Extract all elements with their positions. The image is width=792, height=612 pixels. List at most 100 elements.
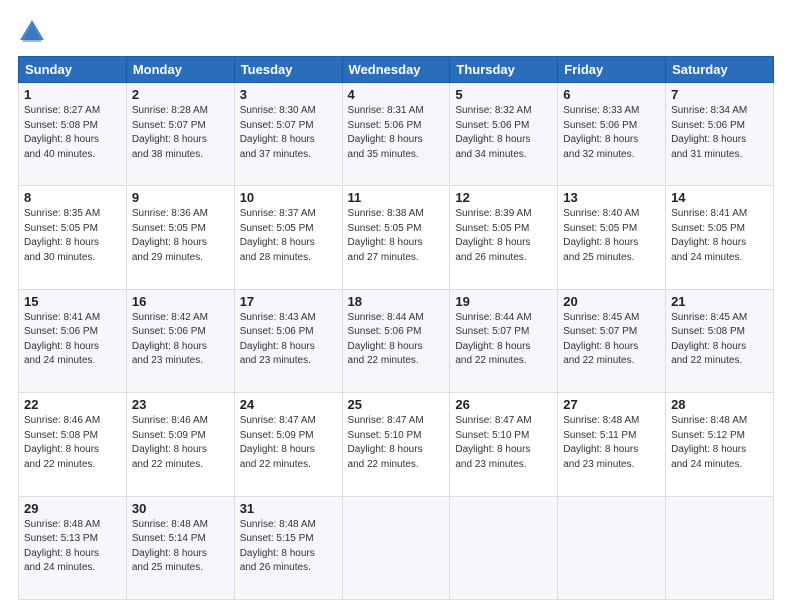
calendar-cell: 17 Sunrise: 8:43 AMSunset: 5:06 PMDaylig… (234, 289, 342, 392)
day-number: 10 (240, 190, 337, 205)
day-detail: Sunrise: 8:38 AMSunset: 5:05 PMDaylight:… (348, 208, 424, 263)
day-number: 31 (240, 501, 337, 516)
calendar-cell: 9 Sunrise: 8:36 AMSunset: 5:05 PMDayligh… (126, 186, 234, 289)
calendar-cell (342, 496, 450, 599)
calendar-cell: 12 Sunrise: 8:39 AMSunset: 5:05 PMDaylig… (450, 186, 558, 289)
day-number: 18 (348, 294, 445, 309)
calendar-cell: 6 Sunrise: 8:33 AMSunset: 5:06 PMDayligh… (558, 83, 666, 186)
col-header-tuesday: Tuesday (234, 57, 342, 83)
calendar-cell: 13 Sunrise: 8:40 AMSunset: 5:05 PMDaylig… (558, 186, 666, 289)
logo-icon (18, 18, 46, 46)
calendar-cell: 16 Sunrise: 8:42 AMSunset: 5:06 PMDaylig… (126, 289, 234, 392)
calendar-cell: 10 Sunrise: 8:37 AMSunset: 5:05 PMDaylig… (234, 186, 342, 289)
day-detail: Sunrise: 8:28 AMSunset: 5:07 PMDaylight:… (132, 105, 208, 160)
day-detail: Sunrise: 8:34 AMSunset: 5:06 PMDaylight:… (671, 105, 747, 160)
day-number: 2 (132, 87, 229, 102)
calendar-cell: 2 Sunrise: 8:28 AMSunset: 5:07 PMDayligh… (126, 83, 234, 186)
day-number: 28 (671, 397, 768, 412)
calendar-cell: 24 Sunrise: 8:47 AMSunset: 5:09 PMDaylig… (234, 393, 342, 496)
calendar-cell: 19 Sunrise: 8:44 AMSunset: 5:07 PMDaylig… (450, 289, 558, 392)
day-detail: Sunrise: 8:41 AMSunset: 5:06 PMDaylight:… (24, 312, 100, 367)
day-number: 11 (348, 190, 445, 205)
calendar-cell: 26 Sunrise: 8:47 AMSunset: 5:10 PMDaylig… (450, 393, 558, 496)
calendar-week-5: 29 Sunrise: 8:48 AMSunset: 5:13 PMDaylig… (19, 496, 774, 599)
day-number: 4 (348, 87, 445, 102)
calendar-cell: 21 Sunrise: 8:45 AMSunset: 5:08 PMDaylig… (666, 289, 774, 392)
day-number: 9 (132, 190, 229, 205)
day-detail: Sunrise: 8:46 AMSunset: 5:09 PMDaylight:… (132, 415, 208, 470)
calendar-cell: 30 Sunrise: 8:48 AMSunset: 5:14 PMDaylig… (126, 496, 234, 599)
calendar-cell: 4 Sunrise: 8:31 AMSunset: 5:06 PMDayligh… (342, 83, 450, 186)
calendar-cell (558, 496, 666, 599)
day-detail: Sunrise: 8:47 AMSunset: 5:10 PMDaylight:… (455, 415, 531, 470)
day-number: 27 (563, 397, 660, 412)
day-number: 17 (240, 294, 337, 309)
calendar-cell: 14 Sunrise: 8:41 AMSunset: 5:05 PMDaylig… (666, 186, 774, 289)
calendar-week-1: 1 Sunrise: 8:27 AMSunset: 5:08 PMDayligh… (19, 83, 774, 186)
day-detail: Sunrise: 8:31 AMSunset: 5:06 PMDaylight:… (348, 105, 424, 160)
day-detail: Sunrise: 8:47 AMSunset: 5:09 PMDaylight:… (240, 415, 316, 470)
day-number: 3 (240, 87, 337, 102)
day-number: 20 (563, 294, 660, 309)
day-number: 21 (671, 294, 768, 309)
day-detail: Sunrise: 8:47 AMSunset: 5:10 PMDaylight:… (348, 415, 424, 470)
calendar-cell: 18 Sunrise: 8:44 AMSunset: 5:06 PMDaylig… (342, 289, 450, 392)
day-detail: Sunrise: 8:36 AMSunset: 5:05 PMDaylight:… (132, 208, 208, 263)
day-detail: Sunrise: 8:44 AMSunset: 5:06 PMDaylight:… (348, 312, 424, 367)
calendar-cell: 7 Sunrise: 8:34 AMSunset: 5:06 PMDayligh… (666, 83, 774, 186)
calendar-cell (666, 496, 774, 599)
day-detail: Sunrise: 8:37 AMSunset: 5:05 PMDaylight:… (240, 208, 316, 263)
day-number: 26 (455, 397, 552, 412)
day-number: 16 (132, 294, 229, 309)
day-number: 13 (563, 190, 660, 205)
day-detail: Sunrise: 8:32 AMSunset: 5:06 PMDaylight:… (455, 105, 531, 160)
calendar-cell: 23 Sunrise: 8:46 AMSunset: 5:09 PMDaylig… (126, 393, 234, 496)
day-detail: Sunrise: 8:48 AMSunset: 5:13 PMDaylight:… (24, 519, 100, 574)
col-header-thursday: Thursday (450, 57, 558, 83)
day-detail: Sunrise: 8:48 AMSunset: 5:11 PMDaylight:… (563, 415, 639, 470)
day-detail: Sunrise: 8:46 AMSunset: 5:08 PMDaylight:… (24, 415, 100, 470)
calendar-cell: 8 Sunrise: 8:35 AMSunset: 5:05 PMDayligh… (19, 186, 127, 289)
day-number: 24 (240, 397, 337, 412)
calendar-cell (450, 496, 558, 599)
calendar-cell: 25 Sunrise: 8:47 AMSunset: 5:10 PMDaylig… (342, 393, 450, 496)
page: SundayMondayTuesdayWednesdayThursdayFrid… (0, 0, 792, 612)
calendar-cell: 15 Sunrise: 8:41 AMSunset: 5:06 PMDaylig… (19, 289, 127, 392)
day-detail: Sunrise: 8:48 AMSunset: 5:15 PMDaylight:… (240, 519, 316, 574)
day-number: 23 (132, 397, 229, 412)
day-number: 5 (455, 87, 552, 102)
calendar-table: SundayMondayTuesdayWednesdayThursdayFrid… (18, 56, 774, 600)
col-header-saturday: Saturday (666, 57, 774, 83)
day-detail: Sunrise: 8:27 AMSunset: 5:08 PMDaylight:… (24, 105, 100, 160)
calendar-week-4: 22 Sunrise: 8:46 AMSunset: 5:08 PMDaylig… (19, 393, 774, 496)
day-detail: Sunrise: 8:40 AMSunset: 5:05 PMDaylight:… (563, 208, 639, 263)
calendar-cell: 11 Sunrise: 8:38 AMSunset: 5:05 PMDaylig… (342, 186, 450, 289)
calendar-week-3: 15 Sunrise: 8:41 AMSunset: 5:06 PMDaylig… (19, 289, 774, 392)
calendar-header-row: SundayMondayTuesdayWednesdayThursdayFrid… (19, 57, 774, 83)
calendar-cell: 3 Sunrise: 8:30 AMSunset: 5:07 PMDayligh… (234, 83, 342, 186)
day-number: 14 (671, 190, 768, 205)
calendar-cell: 28 Sunrise: 8:48 AMSunset: 5:12 PMDaylig… (666, 393, 774, 496)
day-number: 25 (348, 397, 445, 412)
day-detail: Sunrise: 8:45 AMSunset: 5:08 PMDaylight:… (671, 312, 747, 367)
day-number: 19 (455, 294, 552, 309)
logo (18, 18, 50, 46)
calendar-week-2: 8 Sunrise: 8:35 AMSunset: 5:05 PMDayligh… (19, 186, 774, 289)
day-detail: Sunrise: 8:44 AMSunset: 5:07 PMDaylight:… (455, 312, 531, 367)
col-header-wednesday: Wednesday (342, 57, 450, 83)
calendar-cell: 20 Sunrise: 8:45 AMSunset: 5:07 PMDaylig… (558, 289, 666, 392)
col-header-friday: Friday (558, 57, 666, 83)
day-detail: Sunrise: 8:42 AMSunset: 5:06 PMDaylight:… (132, 312, 208, 367)
day-detail: Sunrise: 8:33 AMSunset: 5:06 PMDaylight:… (563, 105, 639, 160)
col-header-sunday: Sunday (19, 57, 127, 83)
day-detail: Sunrise: 8:48 AMSunset: 5:12 PMDaylight:… (671, 415, 747, 470)
day-detail: Sunrise: 8:45 AMSunset: 5:07 PMDaylight:… (563, 312, 639, 367)
day-number: 6 (563, 87, 660, 102)
calendar-cell: 29 Sunrise: 8:48 AMSunset: 5:13 PMDaylig… (19, 496, 127, 599)
day-detail: Sunrise: 8:39 AMSunset: 5:05 PMDaylight:… (455, 208, 531, 263)
day-detail: Sunrise: 8:41 AMSunset: 5:05 PMDaylight:… (671, 208, 747, 263)
day-detail: Sunrise: 8:48 AMSunset: 5:14 PMDaylight:… (132, 519, 208, 574)
calendar-cell: 1 Sunrise: 8:27 AMSunset: 5:08 PMDayligh… (19, 83, 127, 186)
day-number: 8 (24, 190, 121, 205)
day-detail: Sunrise: 8:43 AMSunset: 5:06 PMDaylight:… (240, 312, 316, 367)
